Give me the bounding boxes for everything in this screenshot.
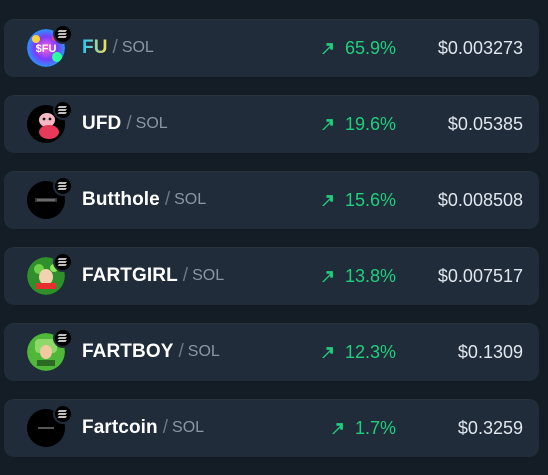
solana-badge-icon <box>53 328 73 348</box>
price-change: 65.9% <box>321 19 396 77</box>
token-avatar <box>27 404 73 447</box>
pair-row-ufd[interactable]: UFD / SOL 19.6% $0.05385 <box>4 95 539 153</box>
token-avatar <box>27 176 73 219</box>
pair-price: $0.008508 <box>437 189 523 210</box>
pair-quote: SOL <box>192 267 225 284</box>
pair-name: Fartcoin / SOL <box>82 399 204 457</box>
price-change-value: 65.9% <box>344 37 396 58</box>
price-change-value: 12.3% <box>344 341 396 362</box>
pair-quote: SOL <box>172 419 205 436</box>
pair-separator: / <box>162 417 169 438</box>
fu-avatar-text: $FU <box>36 43 57 55</box>
pair-quote: SOL <box>135 115 168 132</box>
price-change-value: 13.8% <box>344 265 396 286</box>
solana-badge-icon <box>53 404 73 424</box>
pair-price: $0.007517 <box>437 265 523 286</box>
price-change: 1.7% <box>331 399 396 457</box>
pair-separator: / <box>164 189 171 210</box>
solana-badge-icon <box>53 24 73 44</box>
pair-separator: / <box>182 265 189 286</box>
arrow-up-right-icon <box>322 346 333 358</box>
price-change-value: 15.6% <box>344 189 396 210</box>
pair-row-fartcoin[interactable]: Fartcoin / SOL 1.7% $0.3259 <box>4 399 539 457</box>
pair-separator: / <box>112 37 118 58</box>
price-change: 13.8% <box>321 247 396 305</box>
pair-separator: / <box>126 113 132 134</box>
trending-pairs-list: $FU FU / SOL 65.9% $0.003273 UFD / SOL 1… <box>4 19 539 475</box>
solana-badge-icon <box>53 176 73 196</box>
pair-row-fu[interactable]: $FU FU / SOL 65.9% $0.003273 <box>4 19 539 77</box>
pair-quote: SOL <box>187 343 220 360</box>
pair-name: Butthole / SOL <box>82 171 206 229</box>
pair-symbol: UFD <box>82 113 122 134</box>
pair-row-fartboy[interactable]: FARTBOY / SOL 12.3% $0.1309 <box>4 323 539 381</box>
pair-quote: SOL <box>121 39 154 56</box>
pair-row-fartgirl[interactable]: FARTGIRL / SOL 13.8% $0.007517 <box>4 247 539 305</box>
pair-symbol: FARTGIRL <box>82 265 178 286</box>
pair-name: UFD / SOL <box>82 95 168 153</box>
pair-symbol: FU <box>82 37 108 58</box>
pair-symbol: Butthole <box>82 189 160 210</box>
token-avatar: $FU <box>27 24 73 67</box>
arrow-up-right-icon <box>322 118 333 130</box>
solana-badge-icon <box>53 252 73 272</box>
pair-quote: SOL <box>174 191 207 208</box>
solana-badge-icon <box>53 100 73 120</box>
pair-price: $0.003273 <box>437 37 523 58</box>
pair-symbol: FARTBOY <box>82 341 174 362</box>
price-change-value: 19.6% <box>344 113 396 134</box>
arrow-up-right-icon <box>322 42 333 54</box>
pair-name: FARTBOY / SOL <box>82 323 220 381</box>
pair-price: $0.1309 <box>457 341 523 362</box>
arrow-up-right-icon <box>322 270 333 282</box>
token-avatar <box>27 100 73 143</box>
pair-price: $0.3259 <box>457 417 523 438</box>
pair-symbol: Fartcoin <box>82 417 158 438</box>
price-change: 12.3% <box>321 323 396 381</box>
pair-row-butthole[interactable]: Butthole / SOL 15.6% $0.008508 <box>4 171 539 229</box>
price-change: 19.6% <box>321 95 396 153</box>
token-avatar <box>27 252 73 295</box>
pair-name: FU / SOL <box>82 19 154 77</box>
arrow-up-right-icon <box>322 194 333 206</box>
price-change-value: 1.7% <box>354 417 396 438</box>
pair-separator: / <box>178 341 184 362</box>
pair-price: $0.05385 <box>447 113 523 134</box>
arrow-up-right-icon <box>332 422 343 434</box>
token-avatar <box>27 328 73 371</box>
price-change: 15.6% <box>321 171 396 229</box>
pair-name: FARTGIRL / SOL <box>82 247 224 305</box>
